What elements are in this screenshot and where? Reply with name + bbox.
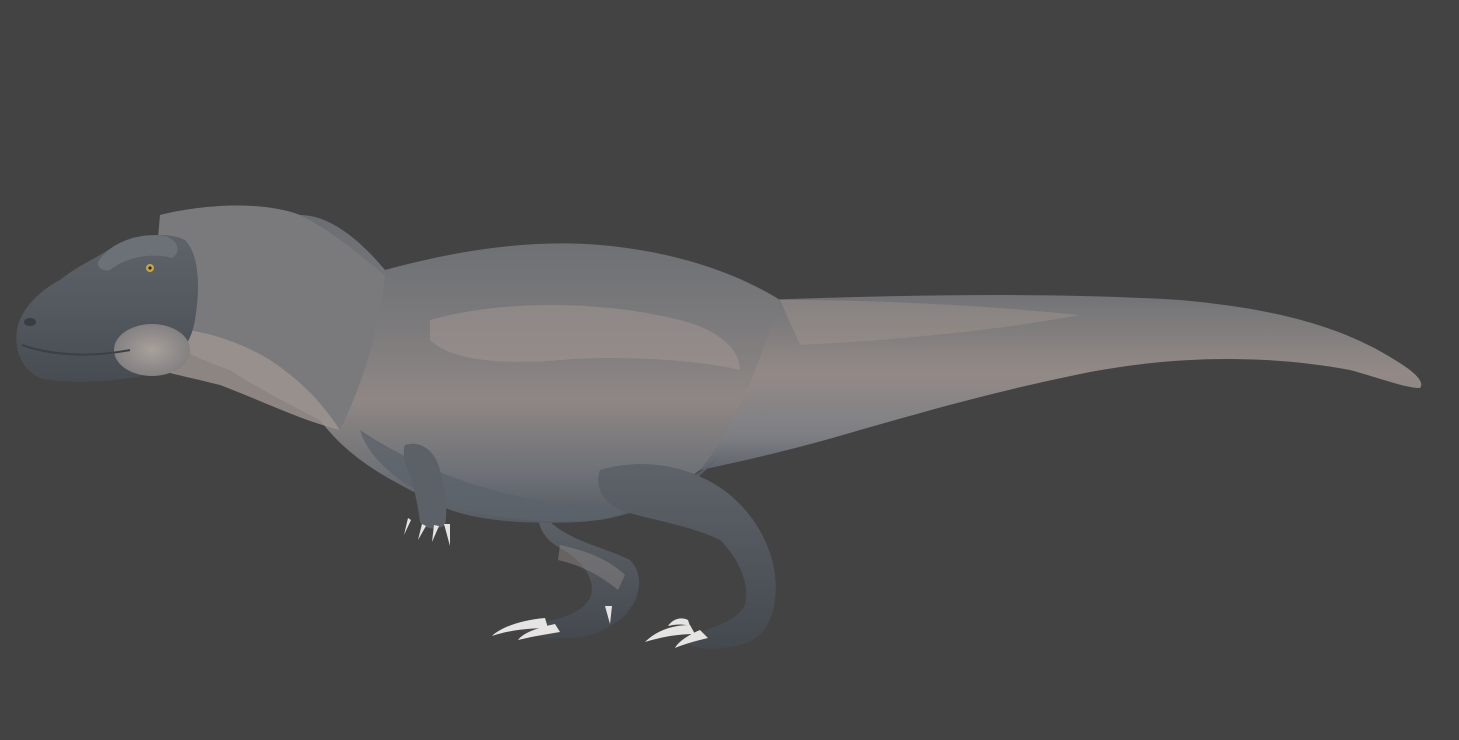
render-viewport xyxy=(0,0,1459,740)
near-foot-claw xyxy=(668,618,690,626)
head xyxy=(16,235,198,382)
dinosaur-render xyxy=(16,205,1422,649)
arm-claw xyxy=(404,518,411,535)
arm-claw xyxy=(444,524,450,546)
arm-claw xyxy=(418,524,426,540)
